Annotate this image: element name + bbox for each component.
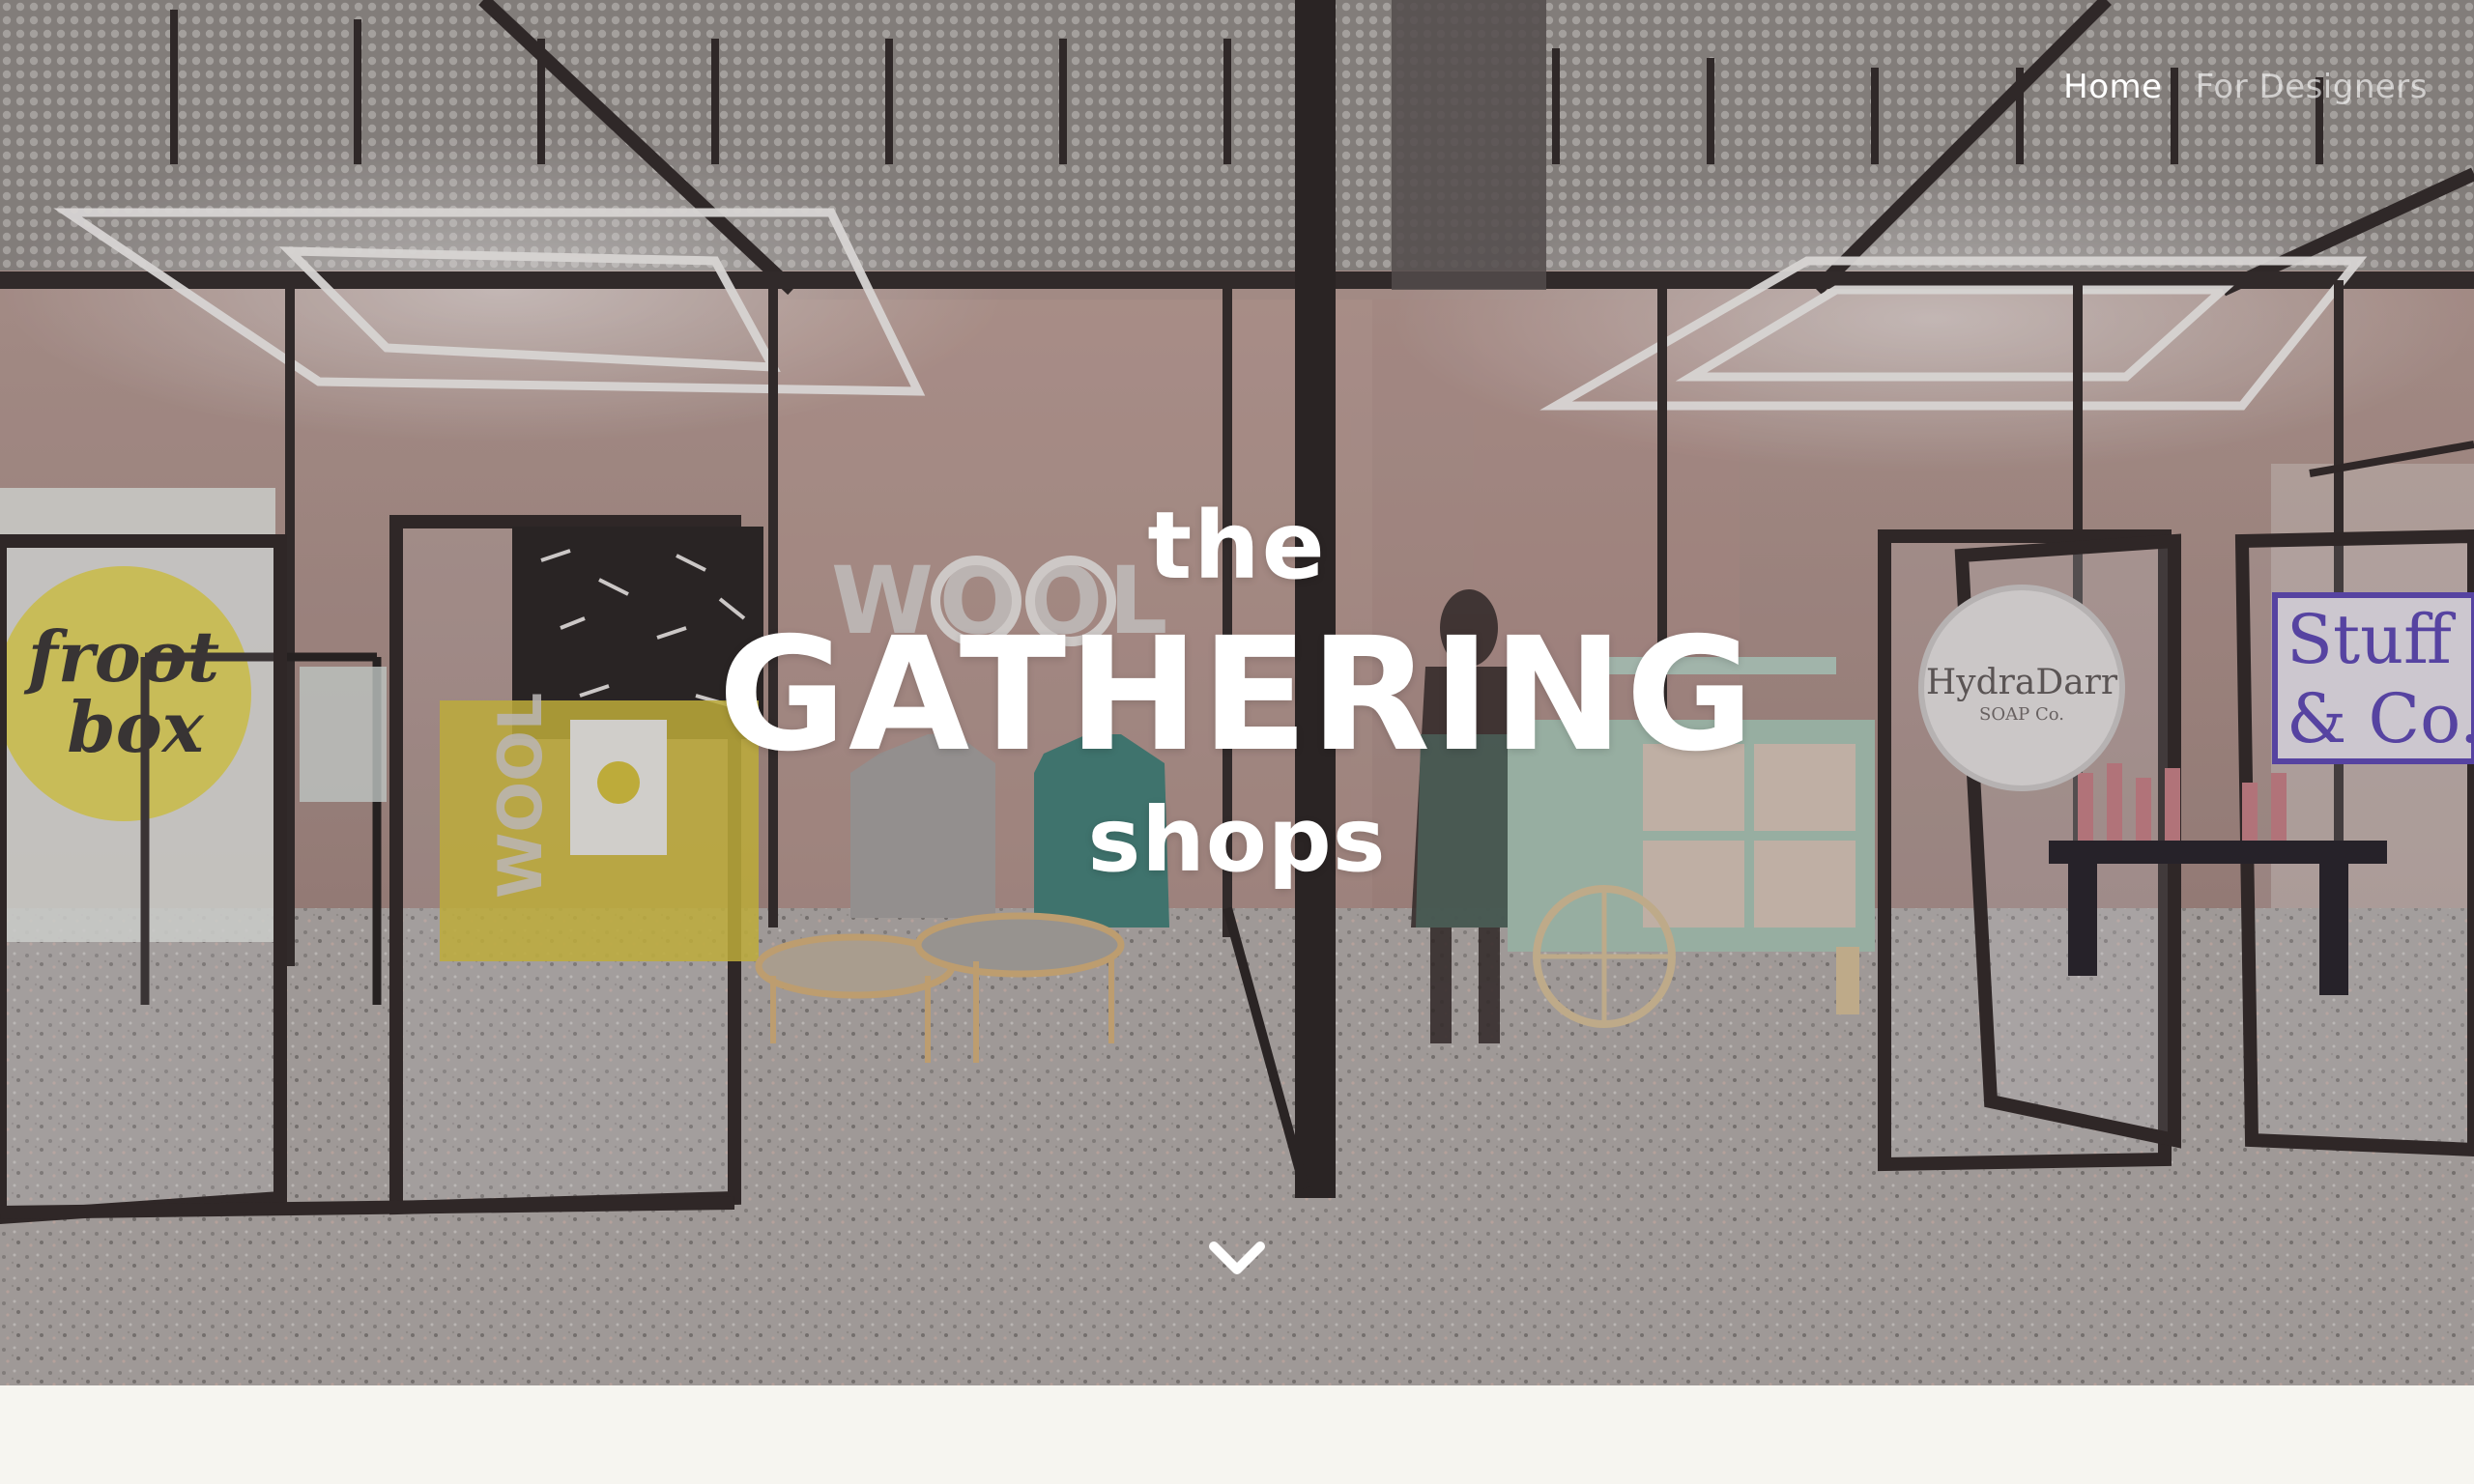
- chevron-down-icon: [1209, 1241, 1265, 1274]
- content-section: [0, 1385, 2474, 1484]
- hero-title: the GATHERING shops: [0, 488, 2474, 899]
- hero-title-line-the: the: [1147, 492, 1327, 600]
- hero-title-line-shops: shops: [1087, 788, 1387, 892]
- scroll-down-button[interactable]: [1208, 1235, 1266, 1283]
- top-nav: Home For Designers: [2063, 68, 2428, 106]
- nav-link-for-designers[interactable]: For Designers: [2196, 68, 2428, 106]
- hero-title-line-gathering: GATHERING: [717, 605, 1757, 786]
- hero-section: froot box: [0, 0, 2474, 1385]
- nav-link-home[interactable]: Home: [2063, 68, 2162, 106]
